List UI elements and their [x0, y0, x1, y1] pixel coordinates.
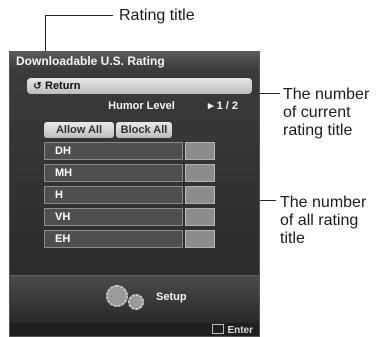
annotation-rating-title: Rating title	[119, 7, 195, 24]
rating-counter: ▸ 1 / 2	[208, 99, 238, 113]
footer: Enter	[10, 323, 259, 336]
rating-title[interactable]: Humor Level	[94, 99, 189, 113]
enter-label: Enter	[227, 325, 253, 336]
panel-title: Downloadable U.S. Rating	[10, 52, 259, 71]
rating-lock-box-dh[interactable]	[185, 142, 215, 160]
annotation-all-line-3: title	[280, 230, 305, 247]
block-all-button[interactable]: Block All	[116, 122, 172, 138]
return-label: Return	[45, 80, 81, 92]
annotation-all-line-2: of all rating	[280, 212, 359, 229]
counter-value: 1 / 2	[216, 100, 238, 112]
rating-row-h[interactable]: H	[44, 186, 183, 204]
rating-menu-panel: Downloadable U.S. Rating ↺ Return Humor L…	[9, 51, 260, 337]
annotation-line-h	[45, 15, 113, 16]
annotation-all-line-1: The number	[280, 194, 367, 211]
annotation-current-line-2: of current	[283, 104, 351, 121]
rating-row-mh[interactable]: MH	[44, 164, 183, 182]
rating-lock-box-h[interactable]	[185, 186, 215, 204]
gear-icon-small	[128, 294, 144, 310]
setup-label: Setup	[156, 291, 187, 303]
enter-icon	[212, 324, 225, 334]
rating-row-dh[interactable]: DH	[44, 142, 183, 160]
gear-icon-large	[106, 285, 128, 307]
annotation-current-number: The number of current rating title	[283, 86, 369, 140]
allow-all-button[interactable]: Allow All	[44, 122, 114, 138]
rating-lock-box-mh[interactable]	[185, 164, 215, 182]
rating-row-vh[interactable]: VH	[44, 208, 183, 226]
rating-lock-box-vh[interactable]	[185, 208, 215, 226]
rating-lock-box-eh[interactable]	[185, 230, 215, 248]
return-button[interactable]: ↺ Return	[27, 78, 252, 94]
rating-row-eh[interactable]: EH	[44, 230, 183, 248]
return-arrow-icon: ↺	[33, 81, 42, 92]
annotation-current-line-3: rating title	[283, 122, 353, 139]
annotation-current-line-1: The number	[283, 86, 370, 103]
counter-arrow-icon: ▸	[208, 100, 214, 112]
annotation-all-number: The number of all rating title	[280, 194, 366, 248]
